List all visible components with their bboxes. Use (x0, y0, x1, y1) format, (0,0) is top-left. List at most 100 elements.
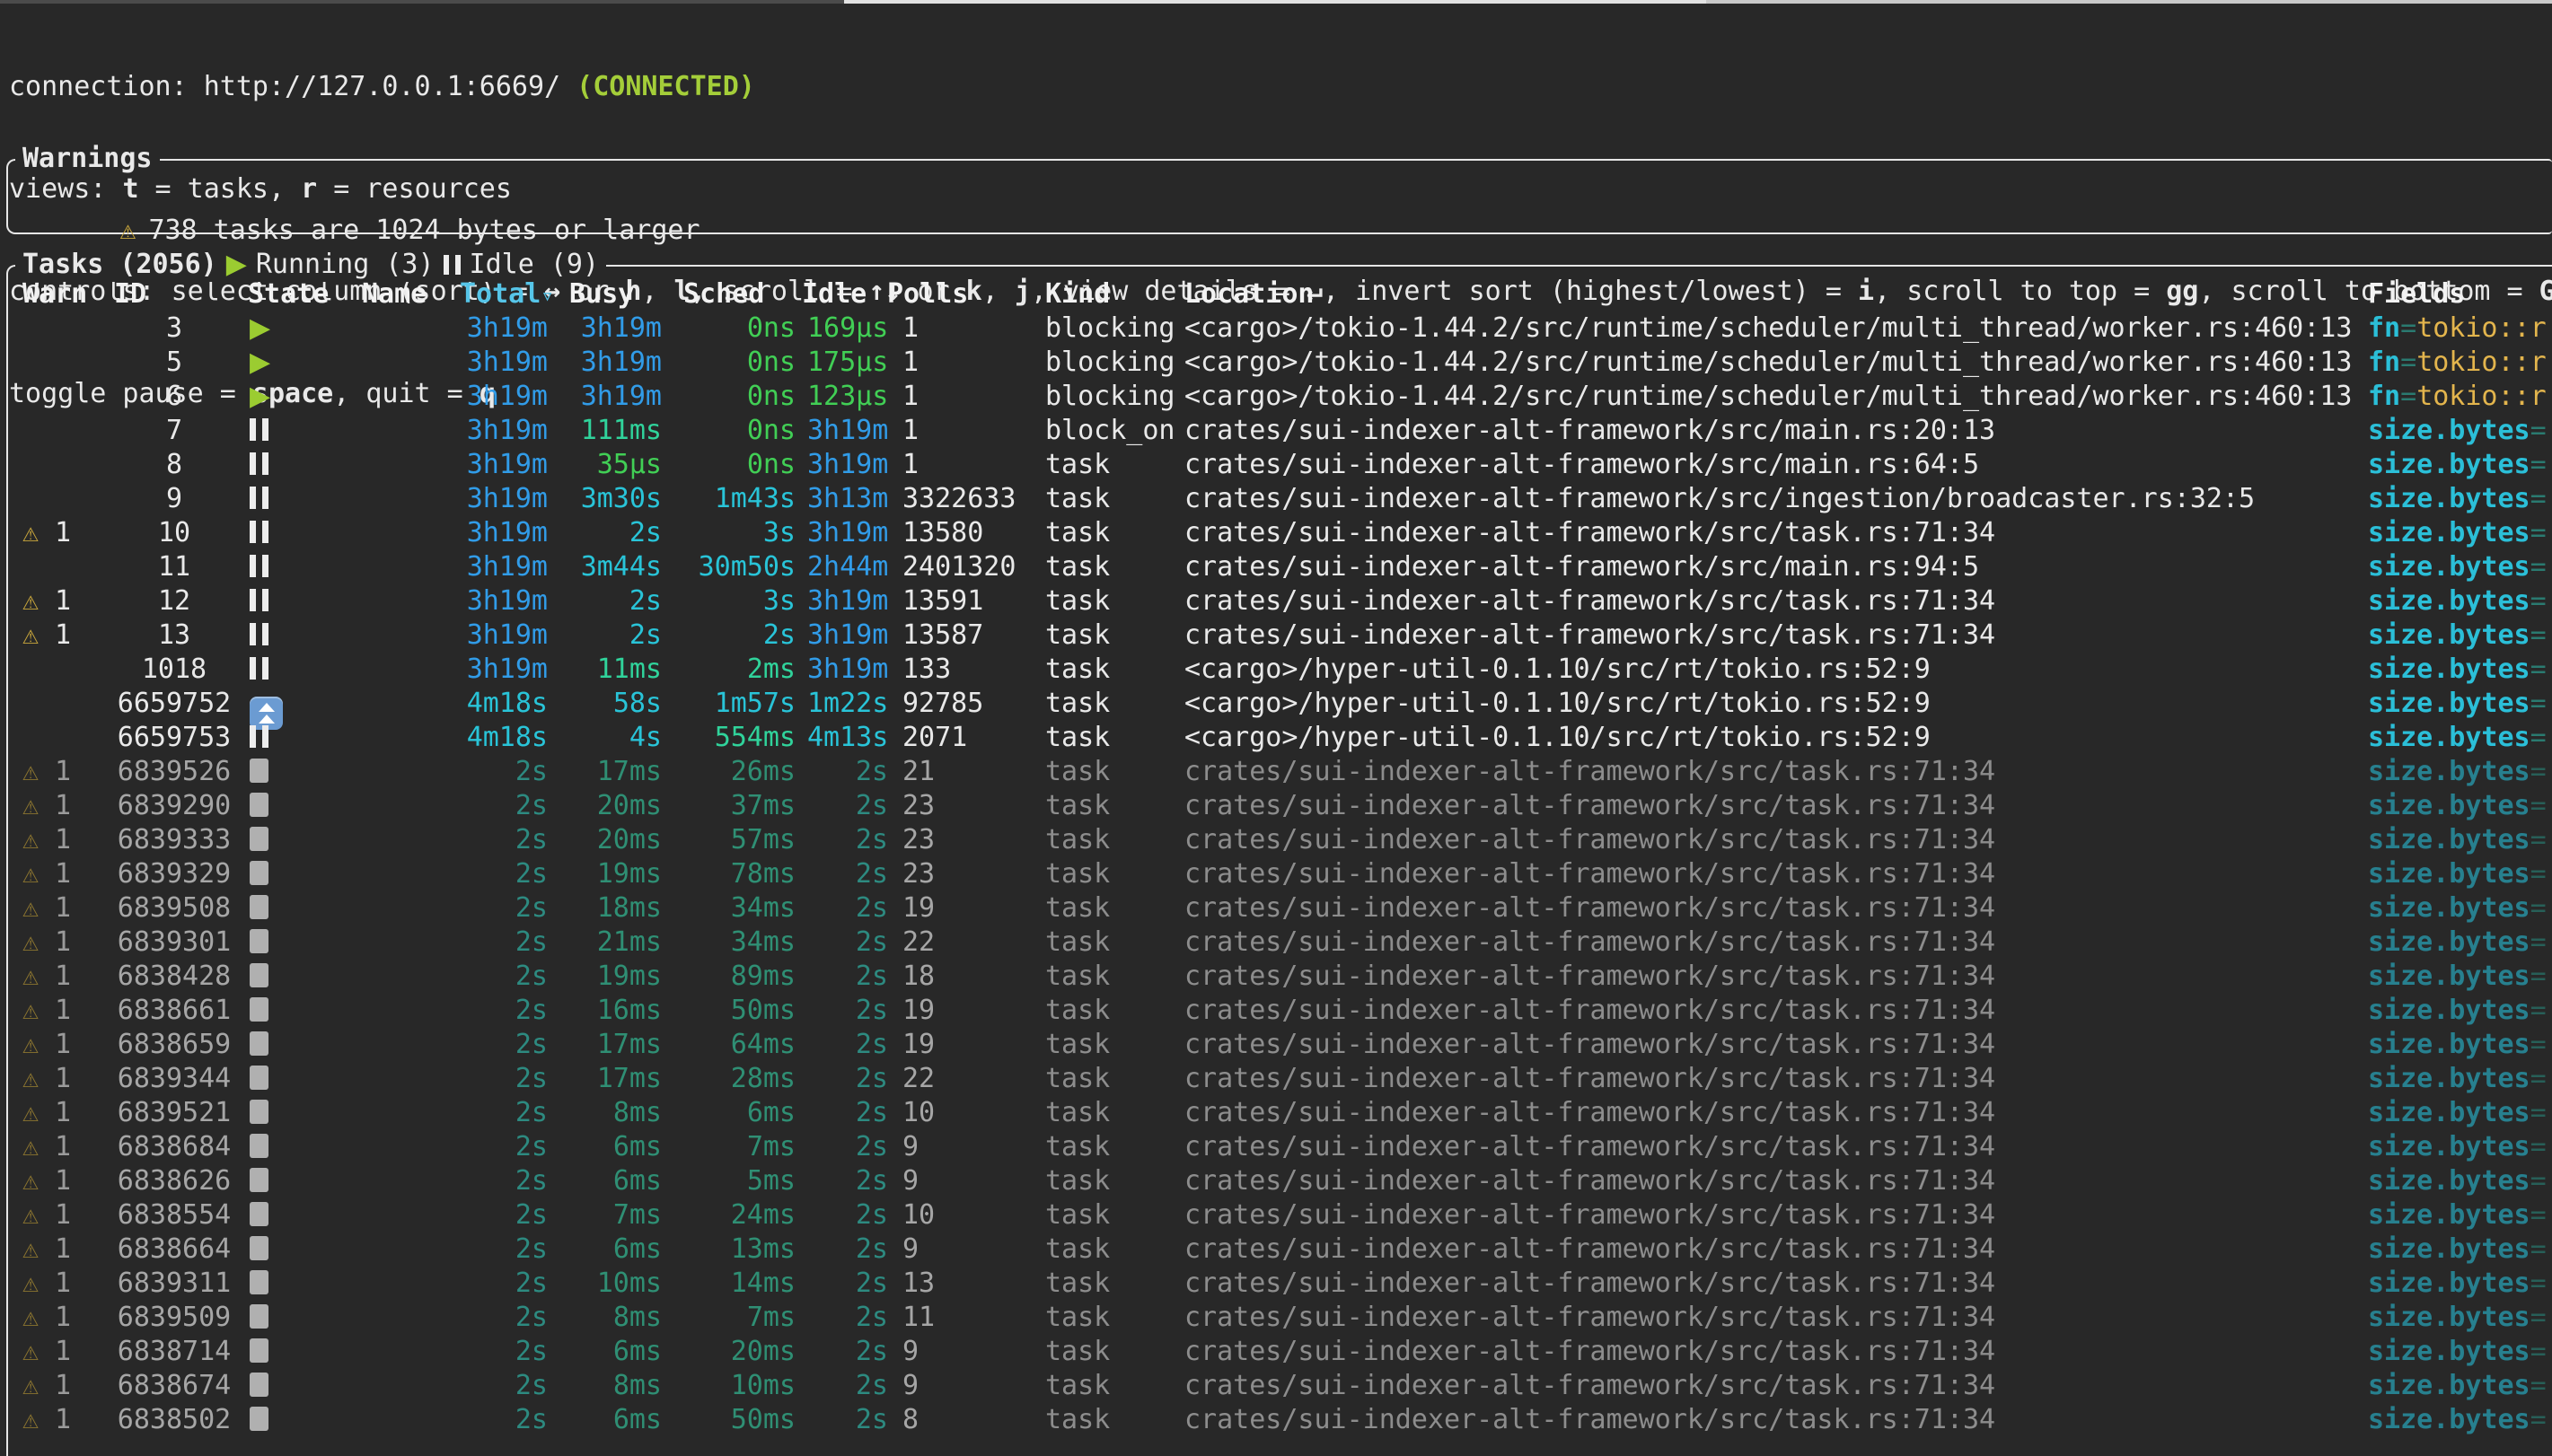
field-value: tokio::r (2416, 312, 2547, 344)
task-row[interactable]: ⚠1133h19m2s2s3h19m13587taskcrates/sui-in… (8, 618, 2552, 653)
column-header-fields[interactable]: Fields (2368, 277, 2465, 311)
task-row[interactable]: ⚠168395262s17ms26ms2s21taskcrates/sui-in… (8, 755, 2552, 789)
completed-state-icon (250, 1096, 268, 1130)
field-key: size.bytes (2368, 1302, 2530, 1333)
cell-sched: 37ms (673, 789, 796, 823)
cell-idle: 2s (807, 1130, 888, 1164)
task-row[interactable]: ⚠168385542s7ms24ms2s10taskcrates/sui-ind… (8, 1198, 2552, 1232)
cell-sched: 14ms (673, 1267, 796, 1301)
warning-count: 1 (55, 1062, 71, 1096)
task-row[interactable]: ⚠168393292s19ms78ms2s23taskcrates/sui-in… (8, 857, 2552, 891)
cell-total: 3h19m (394, 414, 548, 448)
cell-fields: size.bytes= (2368, 755, 2552, 789)
column-header-total[interactable]: Total▿ (460, 277, 554, 312)
task-row[interactable]: 3▶3h19m3h19m0ns169µs1blocking<cargo>/tok… (8, 311, 2552, 346)
task-row[interactable]: ⚠168386842s6ms7ms2s9taskcrates/sui-index… (8, 1130, 2552, 1164)
column-header-name[interactable]: Name (362, 277, 427, 311)
cell-idle: 2s (807, 857, 888, 891)
task-row[interactable]: 66597534m18s4s554ms4m13s2071task<cargo>/… (8, 721, 2552, 755)
cell-fields: size.bytes= (2368, 448, 2552, 482)
cell-busy: 6ms (556, 1130, 662, 1164)
field-equals: = (2530, 1302, 2547, 1333)
task-row[interactable]: ⚠168393012s21ms34ms2s22taskcrates/sui-in… (8, 925, 2552, 960)
column-header-sched[interactable]: Sched (683, 277, 764, 311)
completed-state-icon (250, 891, 268, 925)
task-row[interactable]: ⚠168386592s17ms64ms2s19taskcrates/sui-in… (8, 1028, 2552, 1062)
task-row[interactable]: ⚠168395082s18ms34ms2s19taskcrates/sui-in… (8, 891, 2552, 925)
task-row[interactable]: ⚠168395092s8ms7ms2s11taskcrates/sui-inde… (8, 1301, 2552, 1335)
cell-sched: 0ns (673, 311, 796, 346)
completed-state-icon (250, 1232, 268, 1267)
cell-total: 2s (394, 1301, 548, 1335)
task-row[interactable]: ⚠168386742s8ms10ms2s9taskcrates/sui-inde… (8, 1369, 2552, 1403)
task-row[interactable]: ⚠168393332s20ms57ms2s23taskcrates/sui-in… (8, 823, 2552, 857)
cell-idle: 2s (807, 1164, 888, 1198)
running-state-icon: ▶ (250, 311, 270, 346)
task-row[interactable]: ⚠168386262s6ms5ms2s9taskcrates/sui-index… (8, 1164, 2552, 1198)
cell-location: crates/sui-indexer-alt-framework/src/tas… (1184, 960, 2363, 994)
cell-fields: size.bytes= (2368, 1096, 2552, 1130)
task-row[interactable]: 113h19m3m44s30m50s2h44m2401320taskcrates… (8, 550, 2552, 584)
cell-id: 6838428 (93, 960, 255, 994)
column-header-kind[interactable]: Kind (1045, 277, 1110, 311)
cell-busy: 8ms (556, 1369, 662, 1403)
column-header-state[interactable]: State (248, 277, 329, 311)
cell-fields: size.bytes= (2368, 516, 2552, 550)
column-header-polls[interactable]: Polls (887, 277, 968, 311)
completed-state-icon (250, 925, 268, 960)
task-row[interactable]: ⚠168384282s19ms89ms2s18taskcrates/sui-in… (8, 960, 2552, 994)
task-row[interactable]: 66597524m18s58s1m57s1m22s92785task<cargo… (8, 687, 2552, 721)
cell-busy: 6ms (556, 1232, 662, 1267)
field-equals: = (2530, 824, 2547, 855)
cell-total: 2s (394, 823, 548, 857)
task-row[interactable]: ⚠168385022s6ms50ms2s8taskcrates/sui-inde… (8, 1403, 2552, 1437)
task-row[interactable]: 93h19m3m30s1m43s3h13m3322633taskcrates/s… (8, 482, 2552, 516)
task-row[interactable]: 83h19m35µs0ns3h19m1taskcrates/sui-indexe… (8, 448, 2552, 482)
cell-kind: task (1045, 448, 1175, 482)
cell-polls: 18 (902, 960, 1037, 994)
task-row[interactable]: 73h19m111ms0ns3h19m1block_oncrates/sui-i… (8, 414, 2552, 448)
cell-fields: size.bytes= (2368, 960, 2552, 994)
task-row[interactable]: ⚠168392902s20ms37ms2s23taskcrates/sui-in… (8, 789, 2552, 823)
warning-icon: ⚠ (22, 1232, 39, 1267)
cell-sched: 1m57s (673, 687, 796, 721)
task-row[interactable]: ⚠168386612s16ms50ms2s19taskcrates/sui-in… (8, 994, 2552, 1028)
task-row[interactable]: ⚠168387142s6ms20ms2s9taskcrates/sui-inde… (8, 1335, 2552, 1369)
warning-count: 1 (55, 755, 71, 789)
cell-polls: 23 (902, 789, 1037, 823)
cell-polls: 10 (902, 1096, 1037, 1130)
task-row[interactable]: ⚠168393112s10ms14ms2s13taskcrates/sui-in… (8, 1267, 2552, 1301)
cell-busy: 18ms (556, 891, 662, 925)
cell-kind: task (1045, 584, 1175, 618)
cell-location: <cargo>/hyper-util-0.1.10/src/rt/tokio.r… (1184, 721, 2363, 755)
task-row[interactable]: 5▶3h19m3h19m0ns175µs1blocking<cargo>/tok… (8, 346, 2552, 380)
task-row[interactable]: ⚠168386642s6ms13ms2s9taskcrates/sui-inde… (8, 1232, 2552, 1267)
column-header-warn[interactable]: Warn (22, 277, 87, 311)
cell-sched: 50ms (673, 994, 796, 1028)
cell-kind: task (1045, 1301, 1175, 1335)
field-key: size.bytes (2368, 1199, 2530, 1231)
task-row[interactable]: ⚠168393442s17ms28ms2s22taskcrates/sui-in… (8, 1062, 2552, 1096)
cell-location: crates/sui-indexer-alt-framework/src/tas… (1184, 1335, 2363, 1369)
field-key: size.bytes (2368, 1063, 2530, 1094)
task-row[interactable]: ⚠168395212s8ms6ms2s10taskcrates/sui-inde… (8, 1096, 2552, 1130)
task-row[interactable]: ⚠1103h19m2s3s3h19m13580taskcrates/sui-in… (8, 516, 2552, 550)
warning-icon: ⚠ (22, 857, 39, 891)
column-header-idle[interactable]: Idle (802, 277, 867, 311)
warning-icon: ⚠ (22, 823, 39, 857)
column-header-id[interactable]: ID (114, 277, 146, 311)
cell-sched: 0ns (673, 380, 796, 414)
field-equals: = (2530, 995, 2547, 1026)
cell-kind: task (1045, 1096, 1175, 1130)
cell-idle: 3h19m (807, 448, 888, 482)
column-header-busy[interactable]: Busy (569, 277, 634, 311)
task-row[interactable]: ⚠1123h19m2s3s3h19m13591taskcrates/sui-in… (8, 584, 2552, 618)
cell-sched: 34ms (673, 925, 796, 960)
column-header-location[interactable]: Location (1184, 277, 1315, 311)
cell-polls: 1 (902, 414, 1037, 448)
pause-state-icon (250, 414, 268, 448)
task-row[interactable]: 6▶3h19m3h19m0ns123µs1blocking<cargo>/tok… (8, 380, 2552, 414)
task-row[interactable]: 10183h19m11ms2ms3h19m133task<cargo>/hype… (8, 653, 2552, 687)
cell-kind: task (1045, 1198, 1175, 1232)
field-key: size.bytes (2368, 1267, 2530, 1299)
